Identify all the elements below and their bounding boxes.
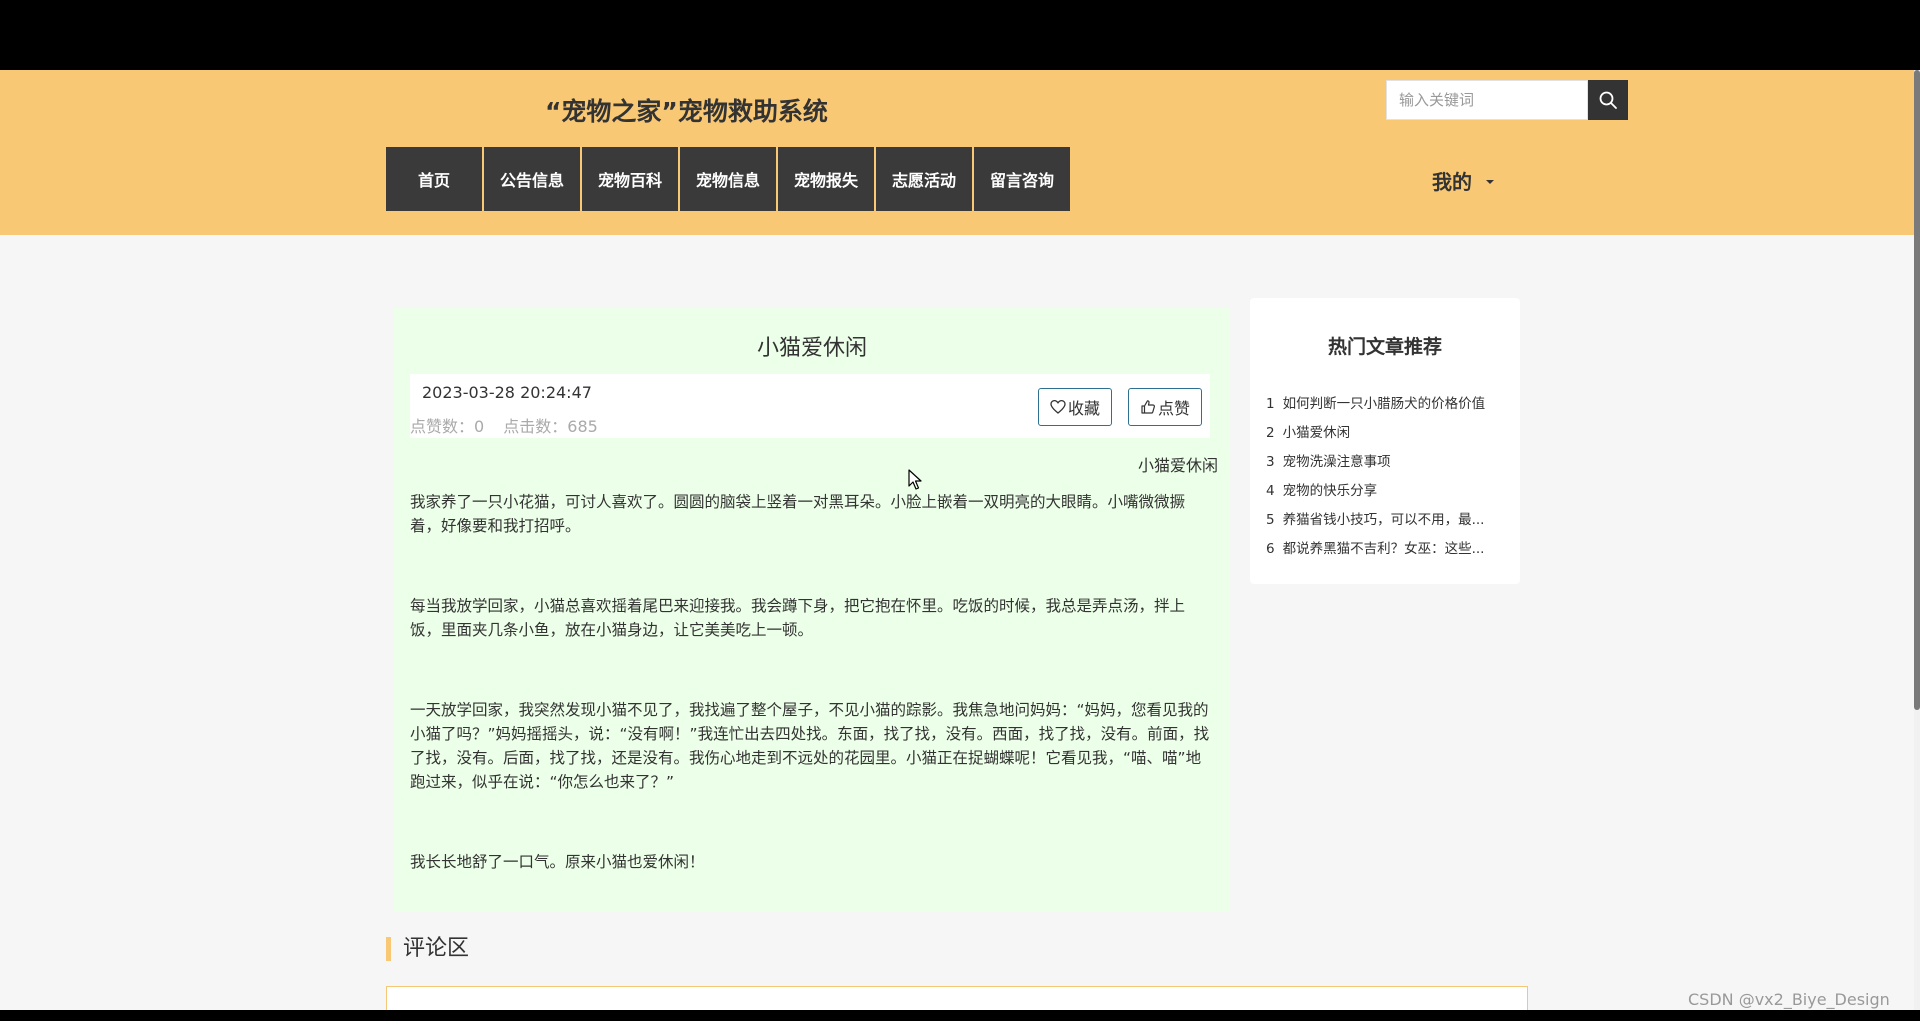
top-black-bar	[0, 0, 1920, 70]
user-menu-label: 我的	[1432, 170, 1472, 194]
hot-article-title: 都说养黑猫不吉利？女巫：这些...	[1282, 541, 1485, 557]
article-paragraph: 一天放学回家，我突然发现小猫不见了，我找遍了整个屋子，不见小猫的踪影。我焦急地问…	[410, 701, 1210, 791]
like-button[interactable]: 点赞	[1128, 388, 1202, 426]
caret-down-icon	[1486, 179, 1494, 184]
hot-article-item[interactable]: 1 如何判断一只小腊肠犬的价格价值	[1266, 392, 1506, 421]
bottom-black-bar	[0, 1010, 1920, 1021]
thumbs-up-icon	[1141, 400, 1155, 414]
scrollbar-thumb[interactable]	[1914, 70, 1920, 710]
nav-item-volunteer[interactable]: 志愿活动	[876, 147, 972, 211]
hot-article-title: 养猫省钱小技巧，可以不用，最...	[1282, 512, 1485, 528]
hot-article-item[interactable]: 4 宠物的快乐分享	[1266, 479, 1506, 508]
article-paragraph: 每当我放学回家，小猫总喜欢摇着尾巴来迎接我。我会蹲下身，把它抱在怀里。吃饭的时候…	[410, 597, 1186, 639]
article-tag: 小猫爱休闲	[1137, 456, 1218, 475]
article-paragraph: 我家养了一只小花猫，可讨人喜欢了。圆圆的脑袋上竖着一对黑耳朵。小脸上嵌着一双明亮…	[410, 493, 1186, 535]
search-input[interactable]	[1386, 80, 1588, 120]
search-button[interactable]	[1588, 80, 1628, 120]
hot-articles-sidebar: 热门文章推荐 1 如何判断一只小腊肠犬的价格价值 2 小猫爱休闲 3 宠物洗澡注意事项…	[1250, 298, 1520, 584]
watermark: CSDN @vx2_Biye_Design	[1688, 990, 1890, 1009]
hot-article-title: 如何判断一只小腊肠犬的价格价值	[1282, 396, 1486, 412]
nav-item-pet-encyclopedia[interactable]: 宠物百科	[582, 147, 678, 211]
site-title: “宠物之家”宠物救助系统	[545, 97, 828, 126]
main-nav: 首页 公告信息 宠物百科 宠物信息 宠物报失 志愿活动 留言咨询	[386, 147, 1072, 211]
hot-article-number: 5	[1266, 512, 1275, 528]
hot-article-item[interactable]: 6 都说养黑猫不吉利？女巫：这些...	[1266, 537, 1506, 566]
hot-article-title: 小猫爱休闲	[1282, 425, 1351, 441]
hot-article-item[interactable]: 2 小猫爱休闲	[1266, 421, 1506, 450]
article-paragraph: 我长长地舒了一口气。原来小猫也爱休闲！	[410, 853, 705, 871]
heart-icon	[1050, 399, 1066, 414]
hot-article-item[interactable]: 3 宠物洗澡注意事项	[1266, 450, 1506, 479]
article-panel: 小猫爱休闲 2023-03-28 20:24:47 点赞数：0 点击数：685 …	[394, 308, 1230, 912]
like-count: 点赞数：0	[410, 417, 485, 436]
mouse-cursor-icon	[908, 469, 922, 490]
hot-article-title: 宠物的快乐分享	[1282, 483, 1378, 499]
sidebar-title: 热门文章推荐	[1327, 336, 1442, 358]
article-body: 我家养了一只小花猫，可讨人喜欢了。圆圆的脑袋上竖着一对黑耳朵。小脸上嵌着一双明亮…	[410, 490, 1214, 930]
site-header: “宠物之家”宠物救助系统 首页 公告信息 宠物百科 宠物信息 宠物报失 志愿活动…	[0, 70, 1914, 235]
page-scrollbar[interactable]	[1914, 70, 1920, 1010]
favorite-label: 收藏	[1067, 401, 1100, 418]
article-title: 小猫爱休闲	[756, 336, 867, 361]
article-stats: 点赞数：0 点击数：685	[410, 413, 612, 437]
favorite-button[interactable]: 收藏	[1038, 388, 1112, 426]
hot-article-number: 3	[1266, 454, 1275, 470]
like-label: 点赞	[1157, 401, 1190, 418]
nav-item-announcements[interactable]: 公告信息	[484, 147, 580, 211]
article-meta: 2023-03-28 20:24:47 点赞数：0 点击数：685 收藏 点赞	[410, 374, 1210, 438]
hot-article-title: 宠物洗澡注意事项	[1282, 454, 1391, 470]
hot-article-number: 6	[1266, 541, 1275, 557]
search-icon	[1599, 91, 1617, 109]
search-bar	[1386, 80, 1628, 120]
comments-heading: 评论区	[386, 937, 469, 961]
hot-article-item[interactable]: 5 养猫省钱小技巧，可以不用，最...	[1266, 508, 1506, 537]
user-menu[interactable]: 我的	[1432, 166, 1494, 195]
hot-articles-list: 1 如何判断一只小腊肠犬的价格价值 2 小猫爱休闲 3 宠物洗澡注意事项 4 宠物的快乐…	[1266, 392, 1506, 566]
click-count: 点击数：685	[503, 417, 598, 436]
hot-article-number: 1	[1266, 396, 1275, 412]
hot-article-number: 2	[1266, 425, 1275, 441]
nav-item-pet-info[interactable]: 宠物信息	[680, 147, 776, 211]
nav-item-messages[interactable]: 留言咨询	[974, 147, 1070, 211]
hot-article-number: 4	[1266, 483, 1275, 499]
nav-item-lost-pets[interactable]: 宠物报失	[778, 147, 874, 211]
article-date: 2023-03-28 20:24:47	[422, 383, 592, 402]
nav-item-home[interactable]: 首页	[386, 147, 482, 211]
